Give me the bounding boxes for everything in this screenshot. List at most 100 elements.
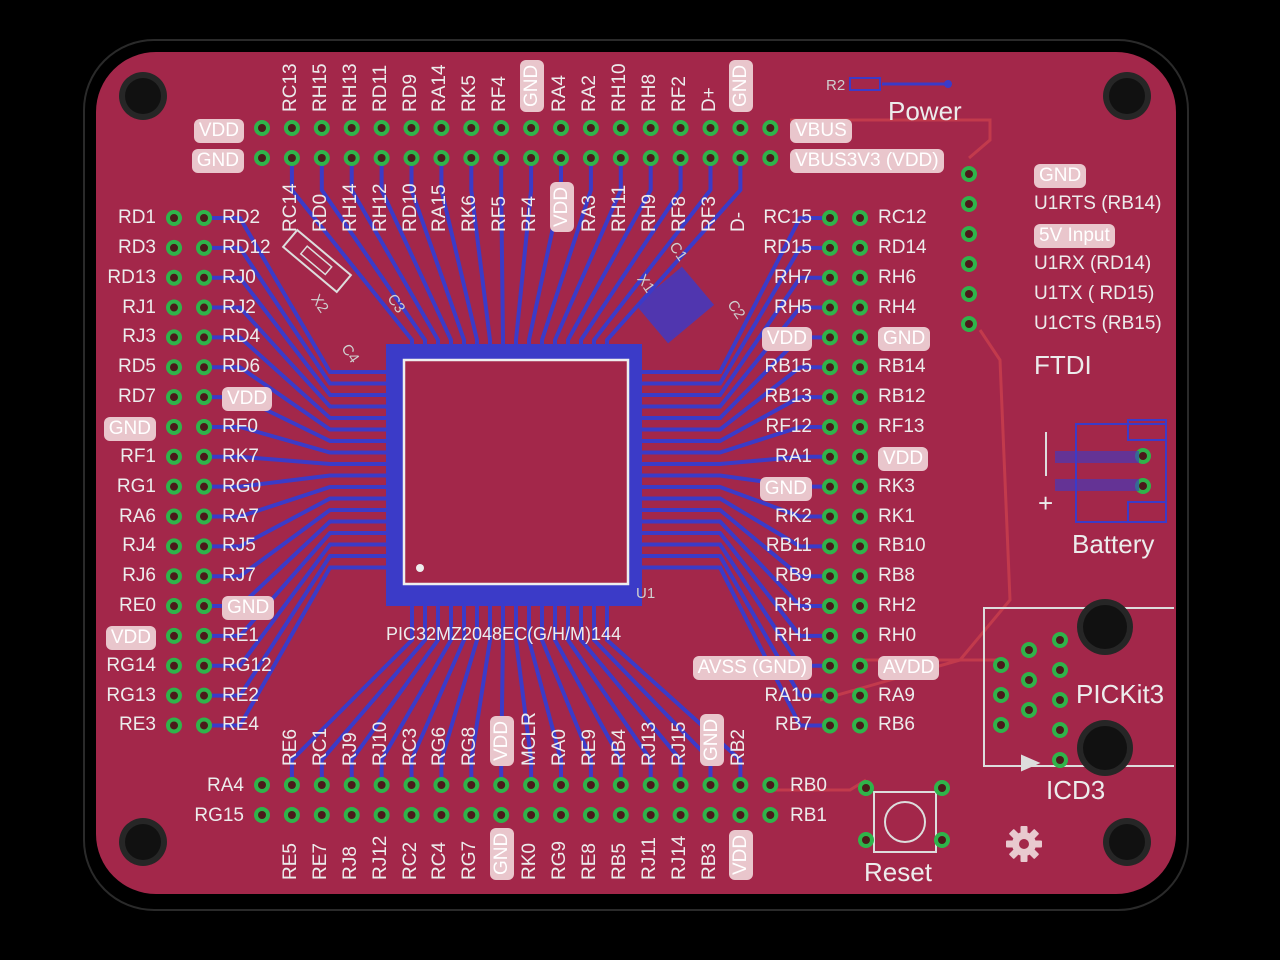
pin-label: RJ2 <box>222 296 256 318</box>
pin-label: RE9 <box>578 729 600 766</box>
pin-label: GND <box>759 476 812 501</box>
pin-label: RH15 <box>309 63 331 112</box>
icd-label: ICD3 <box>1046 775 1106 805</box>
pin-label: RH2 <box>878 595 917 617</box>
pin-label: RJ9 <box>339 732 361 766</box>
pin-label: VDD <box>222 387 273 412</box>
pin-label: RF8 <box>668 196 690 232</box>
pin-label: RK1 <box>878 505 915 527</box>
pin-label: RC3 <box>399 727 421 766</box>
pin-label: RH0 <box>878 624 917 646</box>
pin-label: RH3 <box>773 595 812 617</box>
pin-label: U1TX ( RD15) <box>1034 283 1155 304</box>
pin-label: RJ0 <box>222 266 256 288</box>
pin-label: RB11 <box>765 535 812 557</box>
pin-label: RD7 <box>117 386 156 408</box>
pin-label: GND <box>222 596 275 621</box>
pin-label: RE6 <box>279 729 301 766</box>
pin-label: RC15 <box>763 207 812 228</box>
pin-label: RB1 <box>790 805 827 826</box>
pin-label: GND <box>191 149 244 173</box>
pin-label: MCLR <box>519 712 541 766</box>
pin-label: RA6 <box>119 505 156 527</box>
pin-label: RC13 <box>279 63 301 112</box>
pin-label: RE7 <box>309 843 331 880</box>
pin-label: RB15 <box>764 356 812 378</box>
mcu-chip <box>386 344 642 606</box>
pin-label: RK3 <box>878 475 915 497</box>
pin-label: RJ11 <box>638 837 660 880</box>
pin-label: RA7 <box>222 505 259 527</box>
pin-label: RD11 <box>369 64 391 112</box>
pin-label: AVSS (GND) <box>692 655 812 680</box>
pin-label: RA2 <box>578 75 600 112</box>
pin-label: 5V Input <box>1034 224 1115 248</box>
pin-label: RH12 <box>369 183 391 232</box>
pin-label: RH7 <box>773 266 812 288</box>
chip-ref: U1 <box>636 585 656 602</box>
chip-name: PIC32MZ2048EC(G/H/M)144 <box>386 624 622 644</box>
pin-label: RG8 <box>459 726 481 766</box>
pin-label: RA0 <box>549 729 570 766</box>
pin-label: VDD <box>729 829 754 880</box>
pin-label: RD4 <box>222 326 261 348</box>
pin-label: RD15 <box>763 236 812 258</box>
pin-label: RG13 <box>106 684 156 706</box>
pin-label: RC4 <box>429 841 451 880</box>
ftdi-title: FTDI <box>1034 350 1092 380</box>
pin-label: RD13 <box>107 266 156 288</box>
pickit-label: PICKit3 <box>1076 679 1165 709</box>
pin-label: RJ1 <box>122 296 156 318</box>
pin-label: VDD <box>878 446 929 471</box>
pin-label: VDD <box>550 181 574 232</box>
pin-label: RD9 <box>399 73 421 112</box>
pin-label: RG0 <box>222 475 262 497</box>
pin-label: RG7 <box>459 840 481 880</box>
pin-label: RH6 <box>878 266 917 288</box>
pin-label: RB2 <box>728 729 750 766</box>
pin-label: RH1 <box>773 624 812 646</box>
pin-label: RA1 <box>775 445 812 467</box>
pin-label: RB9 <box>775 565 812 587</box>
pin-label: RD2 <box>222 207 261 228</box>
pin-label: RA3 <box>578 195 600 232</box>
pin-label: RD1 <box>117 207 156 228</box>
pin-label: RD12 <box>222 236 271 258</box>
pin-label: RH10 <box>608 63 630 112</box>
pin-label: RB10 <box>878 535 926 557</box>
pin-label: GND <box>490 827 515 880</box>
pin-label: RB0 <box>790 775 827 796</box>
pin-label: RH8 <box>638 73 660 112</box>
pin-label: RB5 <box>608 843 630 880</box>
power-label: Power <box>888 96 962 126</box>
pin-label: RA4 <box>207 775 244 796</box>
pin-label: RK5 <box>459 75 481 112</box>
pin-label: RG6 <box>429 726 451 766</box>
pin-label: RE0 <box>119 595 156 617</box>
pin-label: RH13 <box>339 63 361 112</box>
pin-label: RB13 <box>764 386 812 408</box>
pin-label: VBUS <box>790 119 852 143</box>
pin-label: RB7 <box>775 714 812 736</box>
pin-label: VDD <box>193 119 244 143</box>
pin-label: D- <box>728 211 750 232</box>
pin-label: RG9 <box>549 840 570 880</box>
pin-label: RC12 <box>878 207 927 228</box>
pin-label: RK2 <box>775 505 812 527</box>
pin-label: RC1 <box>309 727 331 766</box>
pcb-board <box>0 0 1280 960</box>
pin-label: RC2 <box>399 841 421 880</box>
pin-label: RF1 <box>120 445 156 467</box>
pin-label: RE2 <box>222 684 259 706</box>
battery-label: Battery <box>1072 529 1155 559</box>
pin-label: RD10 <box>399 183 421 232</box>
pin-label: AVDD <box>878 655 940 680</box>
pin-label: RG12 <box>222 654 272 676</box>
pin-label: RE5 <box>279 843 301 880</box>
pin-label: RJ4 <box>122 535 156 557</box>
pin-label: RF4 <box>489 76 511 112</box>
pin-label: RK7 <box>222 445 259 467</box>
pin-label: RC14 <box>279 183 301 232</box>
pin-label: RD6 <box>222 356 261 378</box>
pin-label: RE8 <box>578 843 600 880</box>
